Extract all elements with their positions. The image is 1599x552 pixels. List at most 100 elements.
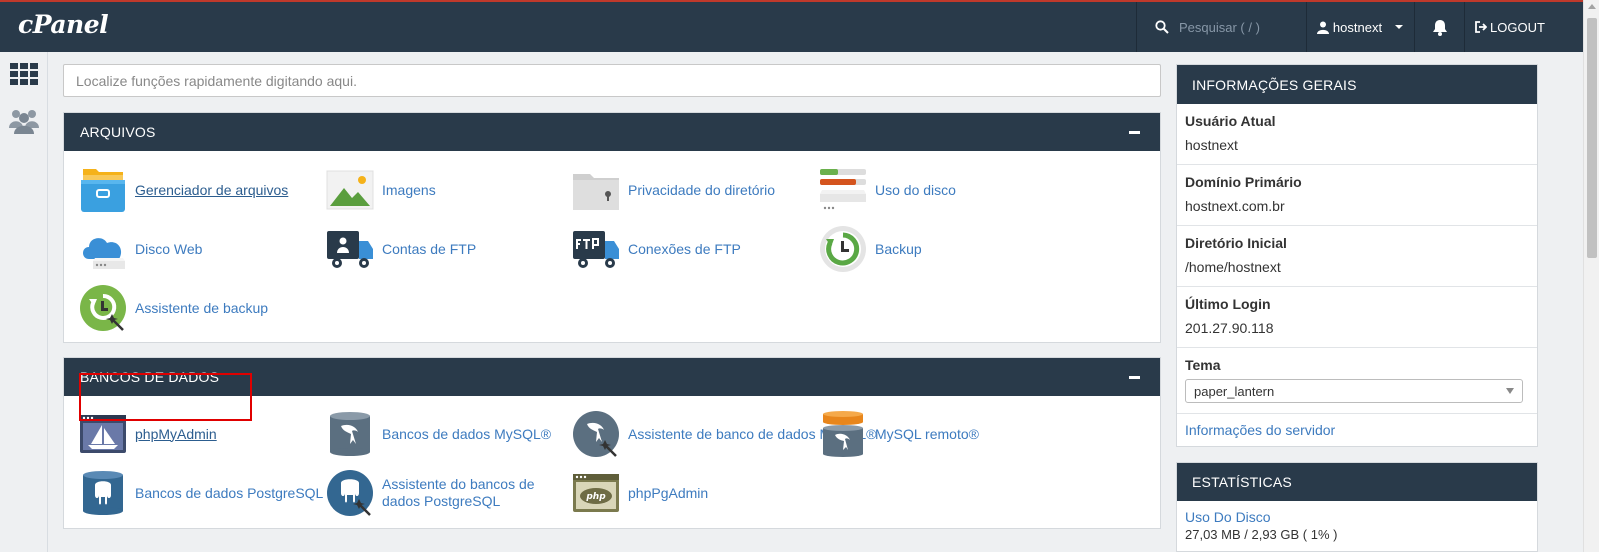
arquivos-panel-header[interactable]: ARQUIVOS [64, 113, 1160, 151]
directory-privacy-icon [573, 174, 619, 210]
backup-label: Backup [875, 240, 922, 257]
general-info-panel: INFORMAÇÕES GERAIS Usuário Atual hostnex… [1176, 64, 1538, 447]
info-row-current-user: Usuário Atual hostnext [1177, 104, 1537, 165]
postgresql-wizard-link[interactable]: Assistente do bancos de dados PostgreSQL [326, 469, 542, 517]
web-disk-link[interactable]: Disco Web [79, 225, 202, 273]
postgresql-databases-link[interactable]: Bancos de dados PostgreSQL [79, 469, 323, 517]
info-value: 201.27.90.118 [1185, 320, 1274, 336]
disk-usage-label: Uso do disco [875, 181, 956, 198]
postgresql-databases-label: Bancos de dados PostgreSQL [135, 484, 324, 501]
arquivos-panel: ARQUIVOS Gerenciador de arquivos Imagens… [63, 112, 1161, 343]
mysql-databases-link[interactable]: Bancos de dados MySQL® [326, 410, 551, 458]
info-row-primary-domain: Domínio Primário hostnext.com.br [1177, 165, 1537, 226]
images-label: Imagens [382, 181, 436, 198]
minus-icon [1128, 375, 1140, 379]
phppgadmin-link[interactable]: php phpPgAdmin [572, 469, 708, 517]
postgresql-databases-icon [83, 471, 123, 515]
backup-icon [820, 226, 866, 272]
server-info-link[interactable]: Informações do servidor [1177, 414, 1537, 446]
info-label: Último Login [1185, 296, 1271, 312]
info-row-last-login: Último Login 201.27.90.118 [1177, 287, 1537, 348]
chevron-down-icon [1395, 25, 1404, 29]
ftp-accounts-link[interactable]: Contas de FTP [326, 225, 476, 273]
mysql-databases-label: Bancos de dados MySQL® [382, 425, 552, 442]
phppgadmin-label: phpPgAdmin [628, 484, 709, 501]
user-icon [1316, 21, 1329, 34]
disk-usage-icon [820, 169, 866, 210]
ftp-accounts-icon [327, 231, 373, 268]
info-label: Domínio Primário [1185, 174, 1302, 190]
statistics-panel: ESTATÍSTICAS Uso Do Disco 27,03 MB / 2,9… [1176, 462, 1538, 552]
backup-link[interactable]: Backup [819, 225, 922, 273]
file-manager-label: Gerenciador de arquivos [135, 181, 289, 198]
file-manager-link[interactable]: Gerenciador de arquivos [79, 166, 288, 214]
scroll-up-arrow[interactable] [1588, 4, 1596, 9]
bancos-panel: BANCOS DE DADOS phpMyAdmin Bancos de dad… [63, 357, 1161, 529]
mysql-wizard-icon [573, 411, 619, 457]
info-value: hostnext.com.br [1185, 198, 1285, 214]
remote-mysql-link[interactable]: MySQL remoto® [819, 410, 979, 458]
theme-select[interactable]: paper_lantern [1185, 379, 1523, 403]
ftp-connections-icon [573, 231, 619, 268]
page-scrollbar[interactable] [1583, 0, 1599, 552]
file-manager-icon [81, 169, 125, 212]
postgresql-wizard-icon [327, 470, 373, 516]
users-button[interactable] [8, 107, 40, 135]
images-link[interactable]: Imagens [326, 166, 436, 214]
directory-privacy-label: Privacidade do diretório [628, 181, 776, 198]
svg-text:php: php [585, 492, 606, 502]
info-label: Diretório Inicial [1185, 235, 1287, 251]
remote-mysql-icon [823, 411, 863, 457]
info-row-theme: Tema paper_lantern [1177, 348, 1537, 414]
info-label: Usuário Atual [1185, 113, 1276, 129]
users-icon [9, 110, 39, 134]
theme-select-value: paper_lantern [1194, 383, 1275, 399]
top-bar: cPanel hostnext LOGOUT [0, 0, 1583, 52]
collapse-button[interactable] [1124, 367, 1144, 387]
cpanel-logo[interactable]: cPanel [18, 10, 109, 39]
arquivos-panel-title: ARQUIVOS [80, 124, 156, 140]
phpmyadmin-label: phpMyAdmin [135, 425, 217, 442]
general-info-title: INFORMAÇÕES GERAIS [1177, 65, 1537, 104]
left-rail [0, 52, 48, 552]
disk-usage-link[interactable]: Uso do disco [819, 166, 956, 214]
backup-wizard-icon [80, 285, 126, 331]
minus-icon [1128, 130, 1140, 134]
ftp-connections-link[interactable]: Conexões de FTP [572, 225, 741, 273]
apps-grid-button[interactable] [8, 60, 40, 88]
remote-mysql-label: MySQL remoto® [875, 425, 979, 442]
notifications-button[interactable] [1414, 2, 1464, 52]
web-disk-icon [83, 238, 125, 269]
disk-usage-stat-value: 27,03 MB / 2,93 GB ( 1% ) [1185, 527, 1338, 542]
info-value: hostnext [1185, 137, 1238, 153]
web-disk-label: Disco Web [135, 240, 203, 257]
statistics-title: ESTATÍSTICAS [1177, 463, 1537, 501]
disk-usage-stat-link[interactable]: Uso Do Disco [1177, 501, 1537, 527]
header-search[interactable] [1136, 2, 1306, 52]
username: hostnext [1332, 19, 1383, 35]
quick-search-input[interactable] [63, 64, 1161, 97]
header-search-input[interactable] [1179, 19, 1299, 35]
user-menu[interactable]: hostnext [1306, 2, 1414, 52]
postgresql-wizard-label: Assistente do bancos de dados PostgreSQL [382, 476, 535, 509]
images-icon [326, 170, 374, 210]
backup-wizard-link[interactable]: Assistente de backup [79, 284, 268, 332]
collapse-button[interactable] [1124, 122, 1144, 142]
scroll-thumb[interactable] [1587, 18, 1597, 258]
search-icon [1155, 20, 1169, 34]
info-value: /home/hostnext [1185, 259, 1281, 275]
logout-button[interactable]: LOGOUT [1464, 2, 1554, 52]
grid-icon [10, 63, 38, 85]
phppgadmin-icon: php [573, 474, 619, 512]
phpmyadmin-highlight-box [79, 373, 252, 421]
mysql-databases-icon [330, 412, 370, 456]
backup-wizard-label: Assistente de backup [135, 299, 269, 316]
bell-icon [1432, 19, 1447, 36]
logout-icon [1475, 21, 1488, 33]
ftp-connections-label: Conexões de FTP [628, 240, 741, 257]
logout-label: LOGOUT [1490, 19, 1545, 35]
ftp-accounts-label: Contas de FTP [382, 240, 477, 257]
directory-privacy-link[interactable]: Privacidade do diretório [572, 166, 775, 214]
caret-down-icon [1506, 388, 1514, 394]
info-row-home-directory: Diretório Inicial /home/hostnext [1177, 226, 1537, 287]
